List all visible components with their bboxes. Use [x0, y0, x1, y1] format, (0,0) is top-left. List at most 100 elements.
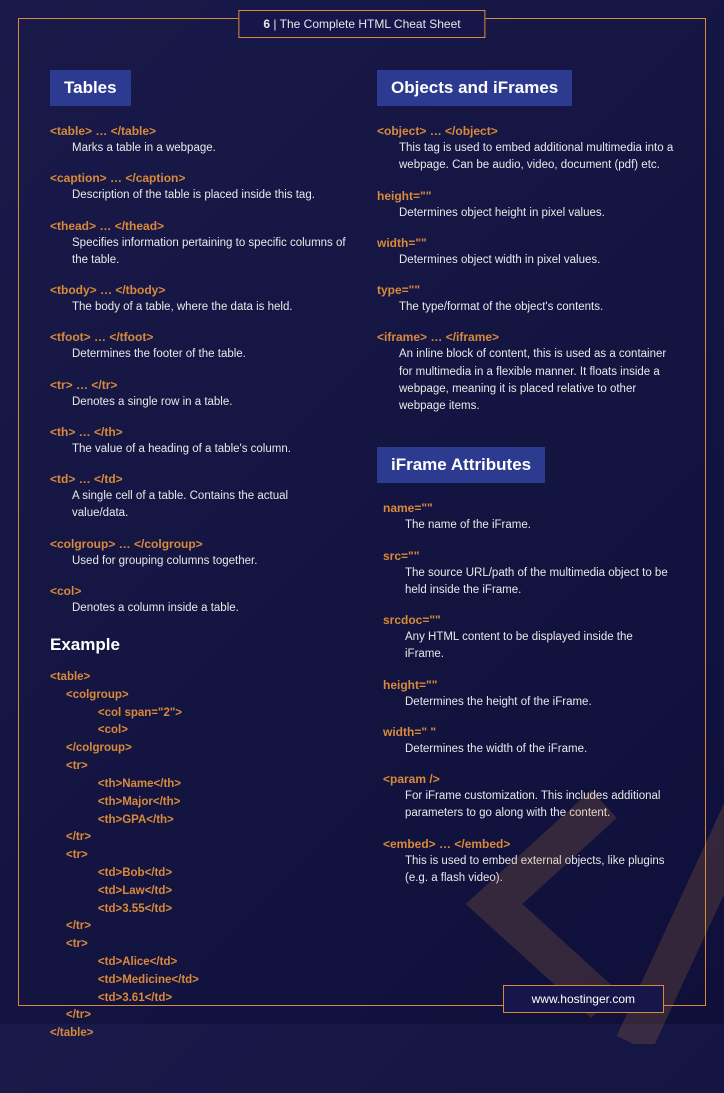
entry-description: Denotes a column inside a table.: [50, 600, 347, 617]
example-code-block: <table> <colgroup> <col span="2"> <col> …: [50, 669, 347, 1043]
objects-entries: <object> … </object> This tag is used to …: [377, 124, 674, 415]
entry-tag: <tr> … </tr>: [50, 378, 347, 392]
reference-entry: <tr> … </tr> Denotes a single row in a ta…: [50, 378, 347, 411]
entry-description: Specifies information pertaining to spec…: [50, 235, 347, 270]
reference-entry: <td> … </td> A single cell of a table. Co…: [50, 472, 347, 523]
reference-entry: <colgroup> … </colgroup> Used for groupin…: [50, 537, 347, 570]
entry-description: The source URL/path of the multimedia ob…: [383, 565, 674, 600]
entry-description: The body of a table, where the data is h…: [50, 299, 347, 316]
code-line: <th>GPA</th>: [50, 812, 347, 830]
entry-tag: height="": [383, 678, 674, 692]
code-line: <td>Bob</td>: [50, 865, 347, 883]
code-line: <td>Alice</td>: [50, 954, 347, 972]
entry-tag: <iframe> … </iframe>: [377, 330, 674, 344]
entry-description: For iFrame customization. This includes …: [383, 788, 674, 823]
entry-description: A single cell of a table. Contains the a…: [50, 488, 347, 523]
reference-entry: type="" The type/format of the object's c…: [377, 283, 674, 316]
reference-entry: <tfoot> … </tfoot> Determines the footer …: [50, 330, 347, 363]
entry-tag: <th> … </th>: [50, 425, 347, 439]
code-line: <table>: [50, 669, 347, 687]
code-line: <col span="2">: [50, 705, 347, 723]
entry-tag: width=" ": [383, 725, 674, 739]
entry-tag: <colgroup> … </colgroup>: [50, 537, 347, 551]
entry-tag: height="": [377, 189, 674, 203]
entry-description: Determines the height of the iFrame.: [383, 694, 674, 711]
reference-entry: <object> … </object> This tag is used to …: [377, 124, 674, 175]
section-tables-title: Tables: [50, 70, 131, 106]
reference-entry: name="" The name of the iFrame.: [383, 501, 674, 534]
code-line: <col>: [50, 722, 347, 740]
reference-entry: width=" " Determines the width of the iFr…: [383, 725, 674, 758]
code-line: <td>Medicine</td>: [50, 972, 347, 990]
code-line: </tr>: [50, 829, 347, 847]
reference-entry: <param /> For iFrame customization. This …: [383, 772, 674, 823]
entry-tag: <object> … </object>: [377, 124, 674, 138]
reference-entry: <col> Denotes a column inside a table.: [50, 584, 347, 617]
entry-tag: src="": [383, 549, 674, 563]
entry-description: Marks a table in a webpage.: [50, 140, 347, 157]
entry-tag: srcdoc="": [383, 613, 674, 627]
entry-description: The type/format of the object's contents…: [377, 299, 674, 316]
entry-tag: <table> … </table>: [50, 124, 347, 138]
entry-description: This is used to embed external objects, …: [383, 853, 674, 888]
entry-tag: <col>: [50, 584, 347, 598]
reference-entry: width="" Determines object width in pixel…: [377, 236, 674, 269]
code-line: <th>Major</th>: [50, 794, 347, 812]
main-content: Tables <table> … </table> Marks a table i…: [0, 0, 724, 1093]
reference-entry: <table> … </table> Marks a table in a web…: [50, 124, 347, 157]
page-number: 6: [263, 17, 270, 31]
left-column: Tables <table> … </table> Marks a table i…: [50, 70, 347, 1043]
entry-tag: type="": [377, 283, 674, 297]
entry-tag: <tbody> … </tbody>: [50, 283, 347, 297]
page-header: 6 | The Complete HTML Cheat Sheet: [238, 10, 485, 38]
reference-entry: <iframe> … </iframe> An inline block of c…: [377, 330, 674, 415]
code-line: <tr>: [50, 758, 347, 776]
entry-description: Used for grouping columns together.: [50, 553, 347, 570]
reference-entry: height="" Determines object height in pix…: [377, 189, 674, 222]
entry-tag: <caption> … </caption>: [50, 171, 347, 185]
reference-entry: <caption> … </caption> Description of the…: [50, 171, 347, 204]
code-line: <td>Law</td>: [50, 883, 347, 901]
page-title: The Complete HTML Cheat Sheet: [280, 17, 461, 31]
reference-entry: src="" The source URL/path of the multime…: [383, 549, 674, 600]
section-iframe-attrs-title: iFrame Attributes: [377, 447, 545, 483]
entry-description: Description of the table is placed insid…: [50, 187, 347, 204]
entry-description: The value of a heading of a table's colu…: [50, 441, 347, 458]
section-objects-title: Objects and iFrames: [377, 70, 572, 106]
code-line: <th>Name</th>: [50, 776, 347, 794]
reference-entry: <thead> … </thead> Specifies information …: [50, 219, 347, 270]
code-line: <td>3.61</td>: [50, 990, 347, 1008]
reference-entry: <tbody> … </tbody> The body of a table, w…: [50, 283, 347, 316]
entry-description: Any HTML content to be displayed inside …: [383, 629, 674, 664]
code-line: </tr>: [50, 918, 347, 936]
reference-entry: <embed> … </embed> This is used to embed …: [383, 837, 674, 888]
entry-tag: <embed> … </embed>: [383, 837, 674, 851]
code-line: <tr>: [50, 847, 347, 865]
code-line: </colgroup>: [50, 740, 347, 758]
entry-tag: <td> … </td>: [50, 472, 347, 486]
entry-tag: <param />: [383, 772, 674, 786]
code-line: <td>3.55</td>: [50, 901, 347, 919]
entry-description: Determines the footer of the table.: [50, 346, 347, 363]
entry-tag: <thead> … </thead>: [50, 219, 347, 233]
entry-description: Determines the width of the iFrame.: [383, 741, 674, 758]
code-line: </tr>: [50, 1007, 347, 1025]
code-line: <tr>: [50, 936, 347, 954]
reference-entry: <th> … </th> The value of a heading of a …: [50, 425, 347, 458]
entry-description: Determines object width in pixel values.: [377, 252, 674, 269]
code-line: </table>: [50, 1025, 347, 1043]
entry-tag: width="": [377, 236, 674, 250]
iframe-attrs-entries: name="" The name of the iFrame. src="" The …: [377, 501, 674, 887]
example-heading: Example: [50, 635, 347, 655]
entry-description: Determines object height in pixel values…: [377, 205, 674, 222]
entry-tag: <tfoot> … </tfoot>: [50, 330, 347, 344]
entry-description: This tag is used to embed additional mul…: [377, 140, 674, 175]
entry-description: Denotes a single row in a table.: [50, 394, 347, 411]
entry-tag: name="": [383, 501, 674, 515]
footer-url: www.hostinger.com: [503, 985, 664, 1013]
reference-entry: srcdoc="" Any HTML content to be displaye…: [383, 613, 674, 664]
entry-description: An inline block of content, this is used…: [377, 346, 674, 415]
entry-description: The name of the iFrame.: [383, 517, 674, 534]
right-column: Objects and iFrames <object> … </object>…: [377, 70, 674, 1043]
reference-entry: height="" Determines the height of the iF…: [383, 678, 674, 711]
